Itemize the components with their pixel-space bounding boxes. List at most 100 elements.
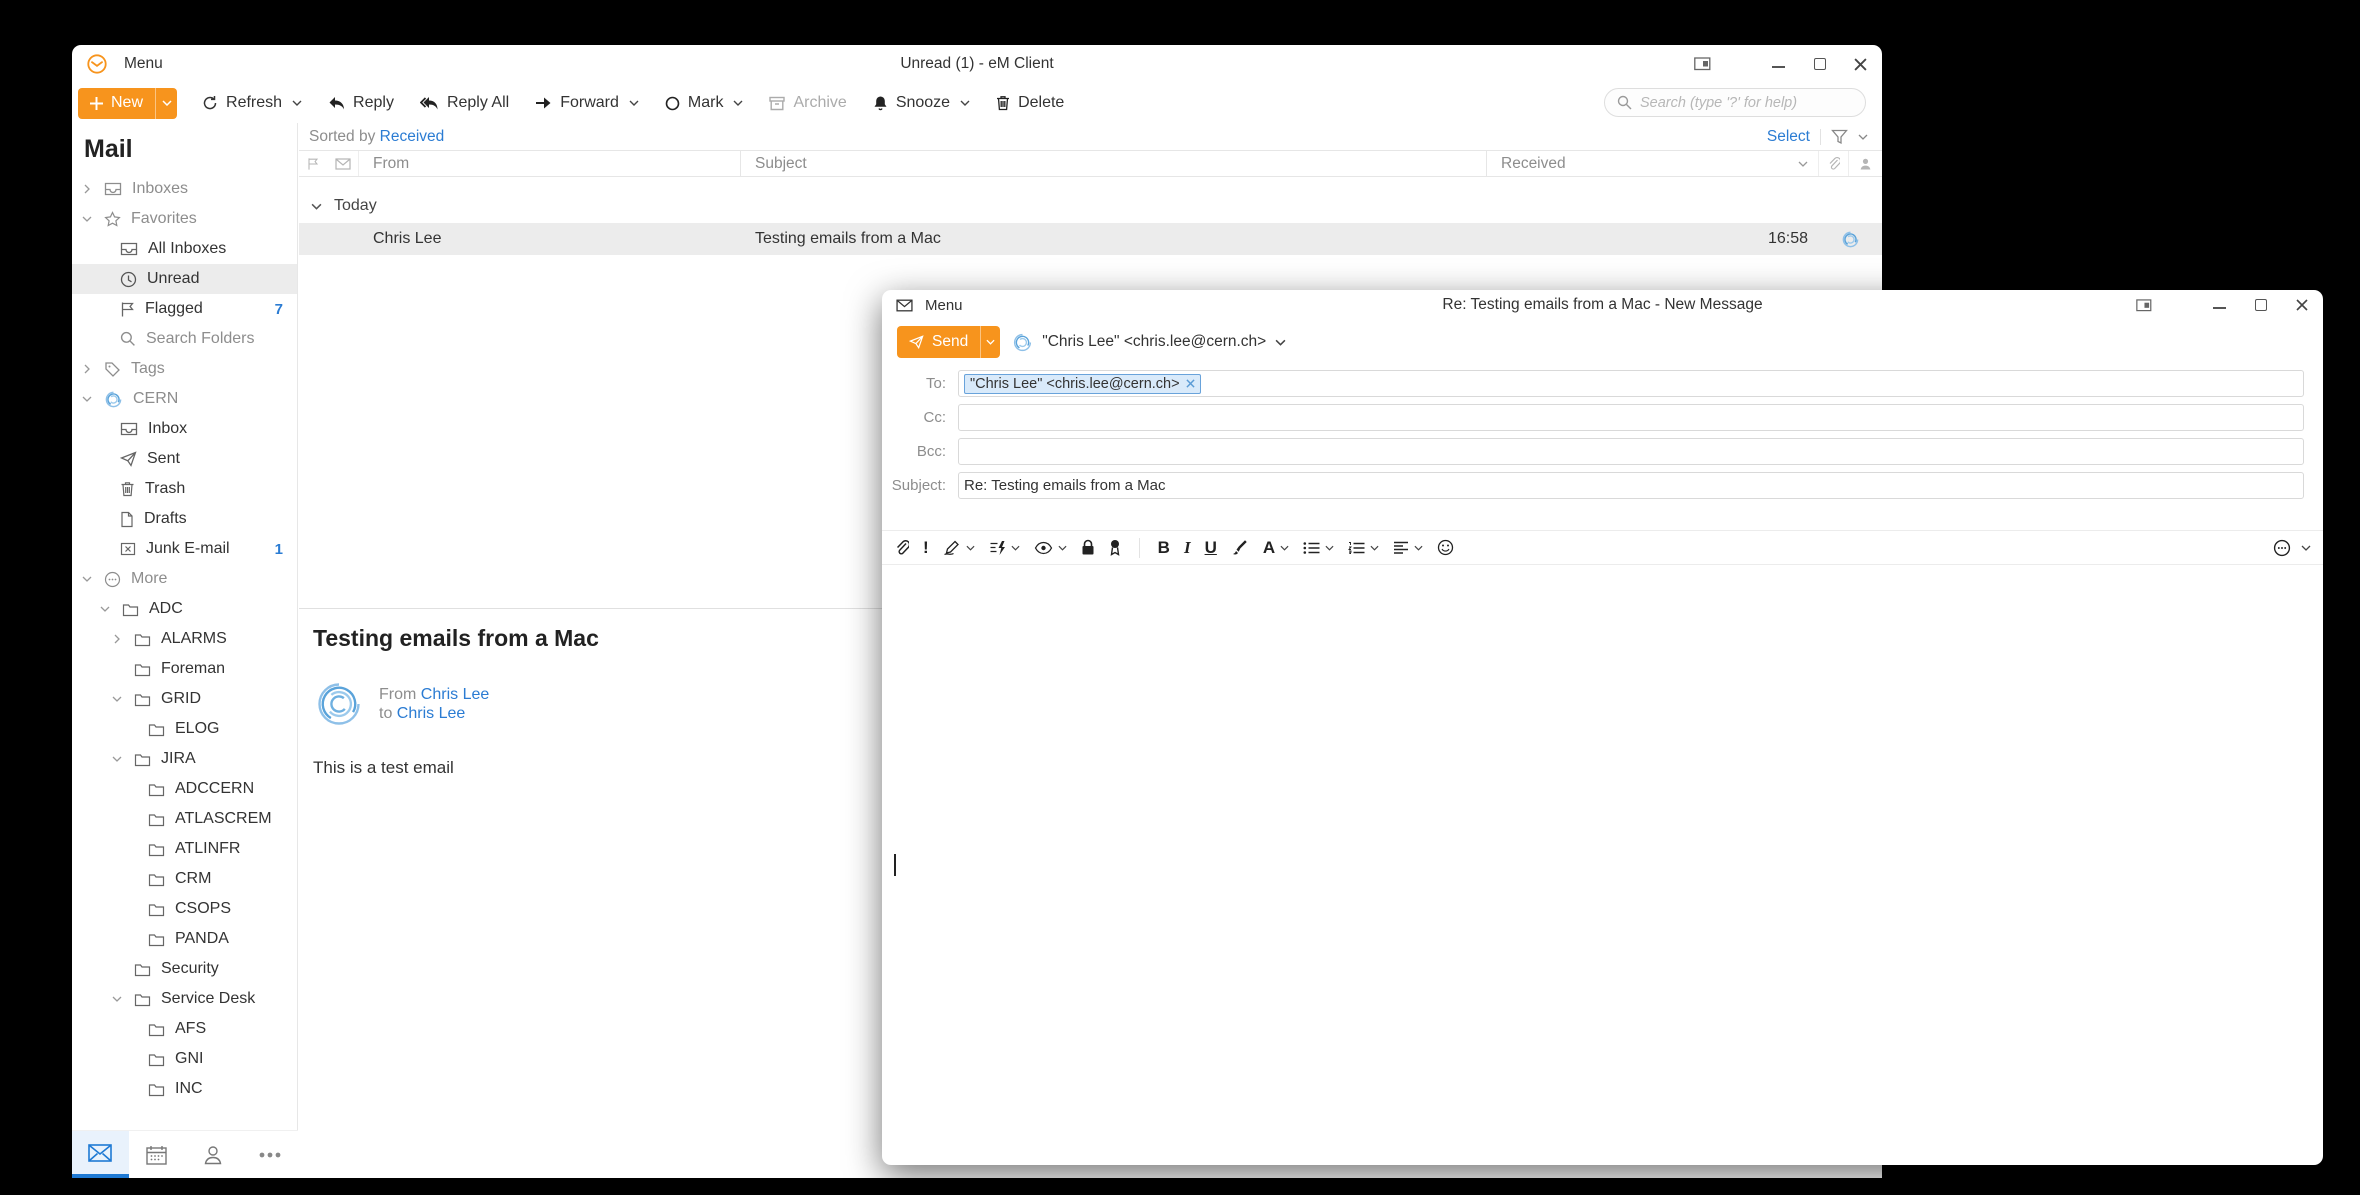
to-contact-link[interactable]: Chris Lee: [397, 705, 465, 722]
attach-icon[interactable]: [894, 539, 909, 556]
subject-field[interactable]: [964, 477, 2298, 494]
quick-text-control[interactable]: [989, 540, 1020, 556]
snooze-button[interactable]: Snooze: [862, 88, 981, 119]
layout-toggle-icon[interactable]: [1694, 57, 1711, 71]
attachment-column-header[interactable]: [1818, 151, 1848, 176]
chevron-down-icon[interactable]: [2301, 545, 2311, 551]
compose-menu-button[interactable]: Menu: [925, 297, 963, 314]
sign-seal-icon[interactable]: [1109, 539, 1121, 556]
contact-column-header[interactable]: [1848, 151, 1882, 176]
received-column-header[interactable]: Received: [1486, 151, 1818, 176]
sidebar-item-service-desk[interactable]: Service Desk: [72, 984, 297, 1014]
importance-icon[interactable]: !: [923, 538, 929, 558]
new-button[interactable]: New: [78, 87, 178, 119]
sidebar-item-atlascrem[interactable]: ATLASCREM: [72, 804, 297, 834]
sidebar-item-crm[interactable]: CRM: [72, 864, 297, 894]
sidebar-item-adccern[interactable]: ADCCERN: [72, 774, 297, 804]
sidebar-item-unread[interactable]: Unread: [72, 264, 297, 294]
bcc-field[interactable]: [964, 443, 2298, 460]
signature-control[interactable]: [943, 540, 975, 556]
sidebar-item-alarms[interactable]: ALARMS: [72, 624, 297, 654]
sidebar-item-panda[interactable]: PANDA: [72, 924, 297, 954]
format-painter-icon[interactable]: [1231, 539, 1249, 556]
subject-input[interactable]: [958, 472, 2304, 499]
sidebar-item-inbox[interactable]: Inbox: [72, 414, 297, 444]
sidebar-item-jira[interactable]: JIRA: [72, 744, 297, 774]
sidebar-item-grid[interactable]: GRID: [72, 684, 297, 714]
refresh-button[interactable]: Refresh: [191, 88, 313, 119]
archive-button[interactable]: Archive: [758, 88, 857, 119]
maximize-button[interactable]: [2253, 298, 2268, 313]
align-control[interactable]: [1393, 541, 1423, 554]
sidebar-item-sent[interactable]: Sent: [72, 444, 297, 474]
compose-body-editor[interactable]: [882, 566, 2323, 1165]
from-account-selector[interactable]: "Chris Lee" <chris.lee@cern.ch>: [1012, 332, 1286, 353]
numbered-list-control[interactable]: [1348, 541, 1379, 555]
sidebar-item-favorites[interactable]: Favorites: [72, 204, 297, 234]
sidebar-item-csops[interactable]: CSOPS: [72, 894, 297, 924]
underline-button[interactable]: U: [1205, 538, 1217, 558]
font-color-control[interactable]: A: [1263, 538, 1289, 558]
nav-calendar-button[interactable]: [129, 1131, 186, 1178]
sidebar-item-afs[interactable]: AFS: [72, 1014, 297, 1044]
delete-button[interactable]: Delete: [985, 88, 1075, 119]
mark-button[interactable]: Mark: [654, 88, 755, 119]
bcc-input[interactable]: [958, 438, 2304, 465]
sidebar-item-search-folders[interactable]: Search Folders: [72, 324, 297, 354]
sidebar-item-tags[interactable]: Tags: [72, 354, 297, 384]
more-options-icon[interactable]: [2273, 539, 2291, 557]
sidebar-item-elog[interactable]: ELOG: [72, 714, 297, 744]
sidebar-item-account-cern[interactable]: CERN: [72, 384, 297, 414]
message-row[interactable]: Chris Lee Testing emails from a Mac 16:5…: [299, 223, 1882, 255]
new-dropdown-button[interactable]: [155, 87, 177, 119]
select-link[interactable]: Select: [1767, 128, 1810, 146]
remove-recipient-icon[interactable]: [1185, 379, 1195, 388]
sidebar-item-junk[interactable]: Junk E-mail 1: [72, 534, 297, 564]
reply-button[interactable]: Reply: [317, 88, 405, 119]
flag-column-header[interactable]: [299, 157, 327, 171]
close-button[interactable]: [1853, 57, 1868, 72]
sidebar-item-drafts[interactable]: Drafts: [72, 504, 297, 534]
sidebar-item-foreman[interactable]: Foreman: [72, 654, 297, 684]
read-status-column-header[interactable]: [327, 151, 359, 176]
italic-button[interactable]: I: [1184, 538, 1191, 558]
sidebar-item-all-inboxes[interactable]: All Inboxes: [72, 234, 297, 264]
bold-button[interactable]: B: [1158, 538, 1170, 558]
chevron-down-icon[interactable]: [1858, 134, 1868, 140]
filter-icon[interactable]: [1831, 129, 1848, 145]
to-input[interactable]: "Chris Lee" <chris.lee@cern.ch>: [958, 370, 2304, 397]
forward-button[interactable]: Forward: [524, 88, 650, 119]
close-button[interactable]: [2294, 298, 2309, 313]
sorted-by-value[interactable]: Received: [380, 128, 445, 146]
from-column-header[interactable]: From: [359, 151, 741, 176]
minimize-button[interactable]: [2212, 298, 2227, 313]
bullet-list-control[interactable]: [1303, 541, 1334, 555]
from-contact-link[interactable]: Chris Lee: [421, 686, 489, 703]
sidebar-item-inboxes[interactable]: Inboxes: [72, 174, 297, 204]
sidebar-item-more[interactable]: More: [72, 564, 297, 594]
sidebar-item-atlinfr[interactable]: ATLINFR: [72, 834, 297, 864]
maximize-button[interactable]: [1812, 57, 1827, 72]
layout-toggle-icon[interactable]: [2136, 298, 2152, 312]
sidebar-item-adc[interactable]: ADC: [72, 594, 297, 624]
search-input[interactable]: [1640, 94, 1853, 111]
group-header-today[interactable]: Today: [299, 193, 1882, 219]
recipient-chip[interactable]: "Chris Lee" <chris.lee@cern.ch>: [964, 373, 1201, 394]
sidebar-item-inc[interactable]: INC: [72, 1074, 297, 1104]
main-menu-button[interactable]: Menu: [124, 55, 163, 73]
emoji-icon[interactable]: [1437, 539, 1454, 556]
reply-all-button[interactable]: Reply All: [409, 88, 520, 119]
cc-input[interactable]: [958, 404, 2304, 431]
minimize-button[interactable]: [1771, 57, 1786, 72]
nav-contacts-button[interactable]: [185, 1131, 242, 1178]
send-button[interactable]: Send: [897, 326, 1001, 358]
send-dropdown-button[interactable]: [980, 326, 1000, 358]
nav-more-button[interactable]: [242, 1131, 299, 1178]
sidebar-item-security[interactable]: Security: [72, 954, 297, 984]
sidebar-item-gni[interactable]: GNI: [72, 1044, 297, 1074]
search-box[interactable]: [1604, 88, 1866, 117]
read-receipt-control[interactable]: [1034, 541, 1067, 555]
subject-column-header[interactable]: Subject: [741, 151, 1486, 176]
sidebar-item-trash[interactable]: Trash: [72, 474, 297, 504]
nav-mail-button[interactable]: [72, 1131, 129, 1178]
